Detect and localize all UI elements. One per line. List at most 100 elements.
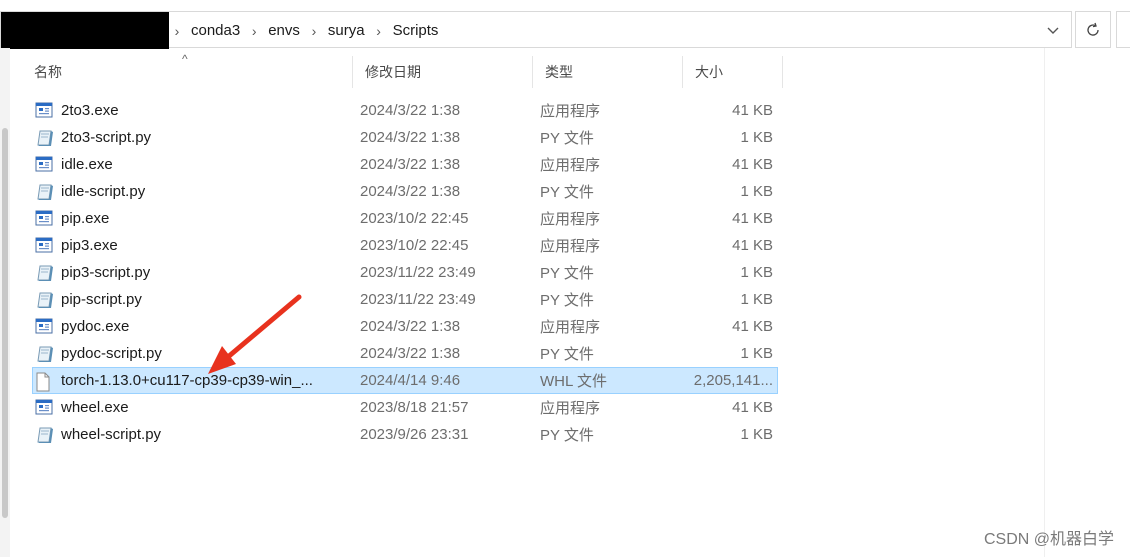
py-file-icon: [35, 264, 55, 282]
py-file-icon: [35, 129, 55, 147]
file-name-cell: pydoc.exe: [35, 314, 353, 339]
file-type: PY 文件: [540, 292, 594, 309]
file-size: 1 KB: [740, 264, 773, 281]
file-row[interactable]: idle-script.py 2024/3/22 1:38 PY 文件 1 KB: [32, 178, 778, 205]
navigation-pane: [0, 48, 10, 557]
breadcrumb-envs[interactable]: envs: [262, 22, 306, 39]
breadcrumb-conda3[interactable]: conda3: [185, 22, 246, 39]
blank-file-icon: [35, 372, 55, 391]
file-row[interactable]: torch-1.13.0+cu117-cp39-cp39-win_... 2024…: [32, 367, 778, 394]
file-date: 2024/3/22 1:38: [360, 183, 461, 200]
file-type: PY 文件: [540, 346, 594, 363]
column-header-name[interactable]: 名称 ^: [22, 52, 353, 88]
column-header-type[interactable]: 类型: [533, 56, 683, 88]
file-size: 41 KB: [732, 237, 773, 254]
file-name-cell: torch-1.13.0+cu117-cp39-cp39-win_...: [35, 368, 353, 393]
file-name: idle.exe: [61, 156, 113, 173]
column-name-label: 名称: [34, 64, 62, 80]
file-type: 应用程序: [540, 319, 601, 336]
file-size: 1 KB: [740, 129, 773, 146]
file-row[interactable]: 2to3.exe 2024/3/22 1:38 应用程序 41 KB: [32, 97, 778, 124]
file-row[interactable]: pip3.exe 2023/10/2 22:45 应用程序 41 KB: [32, 232, 778, 259]
file-row[interactable]: pydoc.exe 2024/3/22 1:38 应用程序 41 KB: [32, 313, 778, 340]
file-name-cell: wheel.exe: [35, 395, 353, 420]
file-name-cell: idle.exe: [35, 152, 353, 177]
file-date: 2023/8/18 21:57: [360, 399, 469, 416]
file-row[interactable]: idle.exe 2024/3/22 1:38 应用程序 41 KB: [32, 151, 778, 178]
file-name-cell: pip-script.py: [35, 287, 353, 312]
exe-icon: [35, 318, 55, 336]
file-size: 41 KB: [732, 156, 773, 173]
file-date: 2024/3/22 1:38: [360, 102, 461, 119]
file-name-cell: 2to3.exe: [35, 98, 353, 123]
exe-icon: [35, 399, 55, 417]
py-file-icon: [35, 426, 55, 444]
file-name-cell: wheel-script.py: [35, 422, 353, 447]
file-date: 2023/11/22 23:49: [360, 291, 476, 308]
file-row[interactable]: pydoc-script.py 2024/3/22 1:38 PY 文件 1 KB: [32, 340, 778, 367]
search-box-edge[interactable]: [1116, 11, 1130, 48]
file-name: pip-script.py: [61, 291, 142, 308]
file-type: 应用程序: [540, 103, 601, 120]
file-name: pip3.exe: [61, 237, 118, 254]
file-size: 41 KB: [732, 399, 773, 416]
redacted-path-segment: [1, 12, 169, 49]
file-name-cell: pip3.exe: [35, 233, 353, 258]
py-file-icon: [35, 183, 55, 201]
chevron-right-icon: ›: [311, 22, 317, 39]
py-file-icon: [35, 291, 55, 309]
file-size: 41 KB: [732, 318, 773, 335]
breadcrumb-scripts[interactable]: Scripts: [387, 22, 445, 39]
file-date: 2023/10/2 22:45: [360, 210, 469, 227]
column-header-size[interactable]: 大小: [683, 56, 783, 88]
file-date: 2023/10/2 22:45: [360, 237, 469, 254]
file-name: 2to3.exe: [61, 102, 119, 119]
file-date: 2024/3/22 1:38: [360, 318, 461, 335]
file-row[interactable]: 2to3-script.py 2024/3/22 1:38 PY 文件 1 KB: [32, 124, 778, 151]
file-type: PY 文件: [540, 427, 594, 444]
file-name-cell: pydoc-script.py: [35, 341, 353, 366]
address-history-dropdown[interactable]: [1043, 12, 1063, 49]
file-size: 2,205,141...: [693, 372, 773, 389]
nav-scrollbar-thumb[interactable]: [2, 128, 8, 518]
file-type: PY 文件: [540, 184, 594, 201]
column-type-label: 类型: [545, 64, 573, 80]
py-file-icon: [35, 345, 55, 363]
file-type: PY 文件: [540, 130, 594, 147]
breadcrumb-surya[interactable]: surya: [322, 22, 371, 39]
file-date: 2024/4/14 9:46: [360, 372, 461, 389]
file-row[interactable]: pip.exe 2023/10/2 22:45 应用程序 41 KB: [32, 205, 778, 232]
refresh-icon: [1087, 22, 1099, 36]
file-row[interactable]: pip3-script.py 2023/11/22 23:49 PY 文件 1 KB: [32, 259, 778, 286]
file-name-cell: idle-script.py: [35, 179, 353, 204]
file-date: 2023/9/26 23:31: [360, 426, 469, 443]
file-row[interactable]: wheel-script.py 2023/9/26 23:31 PY 文件 1 KB: [32, 421, 778, 448]
exe-icon: [35, 102, 55, 120]
file-name: idle-script.py: [61, 183, 146, 200]
file-type: PY 文件: [540, 265, 594, 282]
refresh-button[interactable]: [1075, 11, 1111, 48]
exe-icon: [35, 237, 55, 255]
file-size: 1 KB: [740, 345, 773, 362]
file-name: wheel-script.py: [61, 426, 162, 443]
address-bar[interactable]: › conda3 › envs › surya › Scripts: [0, 11, 1072, 49]
file-name-cell: pip.exe: [35, 206, 353, 231]
file-type: WHL 文件: [540, 373, 607, 390]
file-type: 应用程序: [540, 211, 601, 228]
file-name-cell: 2to3-script.py: [35, 125, 353, 150]
file-type: 应用程序: [540, 157, 601, 174]
exe-icon: [35, 210, 55, 228]
column-date-label: 修改日期: [365, 64, 421, 80]
column-header-date[interactable]: 修改日期: [353, 56, 533, 88]
column-size-label: 大小: [695, 64, 723, 80]
file-row[interactable]: pip-script.py 2023/11/22 23:49 PY 文件 1 KB: [32, 286, 778, 313]
file-row[interactable]: wheel.exe 2023/8/18 21:57 应用程序 41 KB: [32, 394, 778, 421]
file-size: 41 KB: [732, 102, 773, 119]
watermark: CSDN @机器白学: [983, 531, 1114, 548]
file-size: 1 KB: [740, 426, 773, 443]
file-name: 2to3-script.py: [61, 129, 152, 146]
file-size: 41 KB: [732, 210, 773, 227]
sort-ascending-icon: ^: [182, 52, 188, 66]
file-name-cell: pip3-script.py: [35, 260, 353, 285]
file-type: 应用程序: [540, 238, 601, 255]
